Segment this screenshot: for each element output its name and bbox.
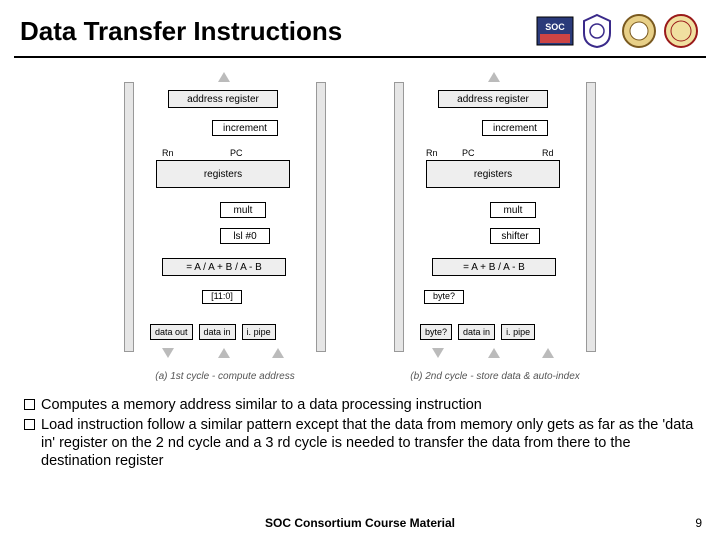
box-increment: increment: [212, 120, 278, 136]
box-data-in-b: data in: [458, 324, 495, 340]
shield-logo: [578, 12, 616, 50]
bullet-icon: [24, 399, 35, 410]
box-byteq-bot: byte?: [420, 324, 452, 340]
box-ipipe-a: i. pipe: [242, 324, 276, 340]
label-pc: PC: [230, 148, 243, 158]
page-title: Data Transfer Instructions: [20, 16, 342, 47]
bullet-icon: [24, 419, 35, 430]
seal-logo-1: [620, 12, 658, 50]
box-registers-b: registers: [426, 160, 560, 188]
box-registers: registers: [156, 160, 290, 188]
box-byteq: byte?: [424, 290, 464, 304]
seal-logo-2: [662, 12, 700, 50]
box-increment-b: increment: [482, 120, 548, 136]
diagram-a: address register increment Rn PC registe…: [120, 72, 330, 382]
bullet-list: Computes a memory address similar to a d…: [0, 390, 720, 471]
label-pc-b: PC: [462, 148, 475, 158]
box-address-register: address register: [168, 90, 278, 108]
soc-logo: SOC: [536, 12, 574, 50]
label-rn-b: Rn: [426, 148, 438, 158]
box-alu-b: = A + B / A - B: [432, 258, 556, 276]
footer-course: SOC Consortium Course Material: [0, 516, 720, 530]
box-bits: [11:0]: [202, 290, 242, 304]
box-ipipe-b: i. pipe: [501, 324, 535, 340]
diagram-b: address register increment Rn PC Rd regi…: [390, 72, 600, 382]
diagram-area: address register increment Rn PC registe…: [0, 72, 720, 382]
caption-b: (b) 2nd cycle - store data & auto-index: [390, 371, 600, 382]
label-rd: Rd: [542, 148, 554, 158]
box-lsl0: lsl #0: [220, 228, 270, 244]
label-rn: Rn: [162, 148, 174, 158]
bullet-text: Computes a memory address similar to a d…: [41, 396, 482, 414]
caption-a: (a) 1st cycle - compute address: [120, 371, 330, 382]
list-item: Load instruction follow a similar patter…: [24, 416, 696, 470]
box-alu-a: = A / A + B / A - B: [162, 258, 286, 276]
list-item: Computes a memory address similar to a d…: [24, 396, 696, 414]
box-mult: mult: [220, 202, 266, 218]
box-data-in-a: data in: [199, 324, 236, 340]
box-address-register-b: address register: [438, 90, 548, 108]
svg-text:SOC: SOC: [545, 22, 565, 32]
logo-row: SOC: [536, 12, 700, 50]
box-shifter: shifter: [490, 228, 540, 244]
page-number: 9: [695, 516, 702, 530]
header-rule: [14, 56, 706, 58]
box-mult-b: mult: [490, 202, 536, 218]
box-data-out: data out: [150, 324, 193, 340]
bullet-text: Load instruction follow a similar patter…: [41, 416, 696, 470]
